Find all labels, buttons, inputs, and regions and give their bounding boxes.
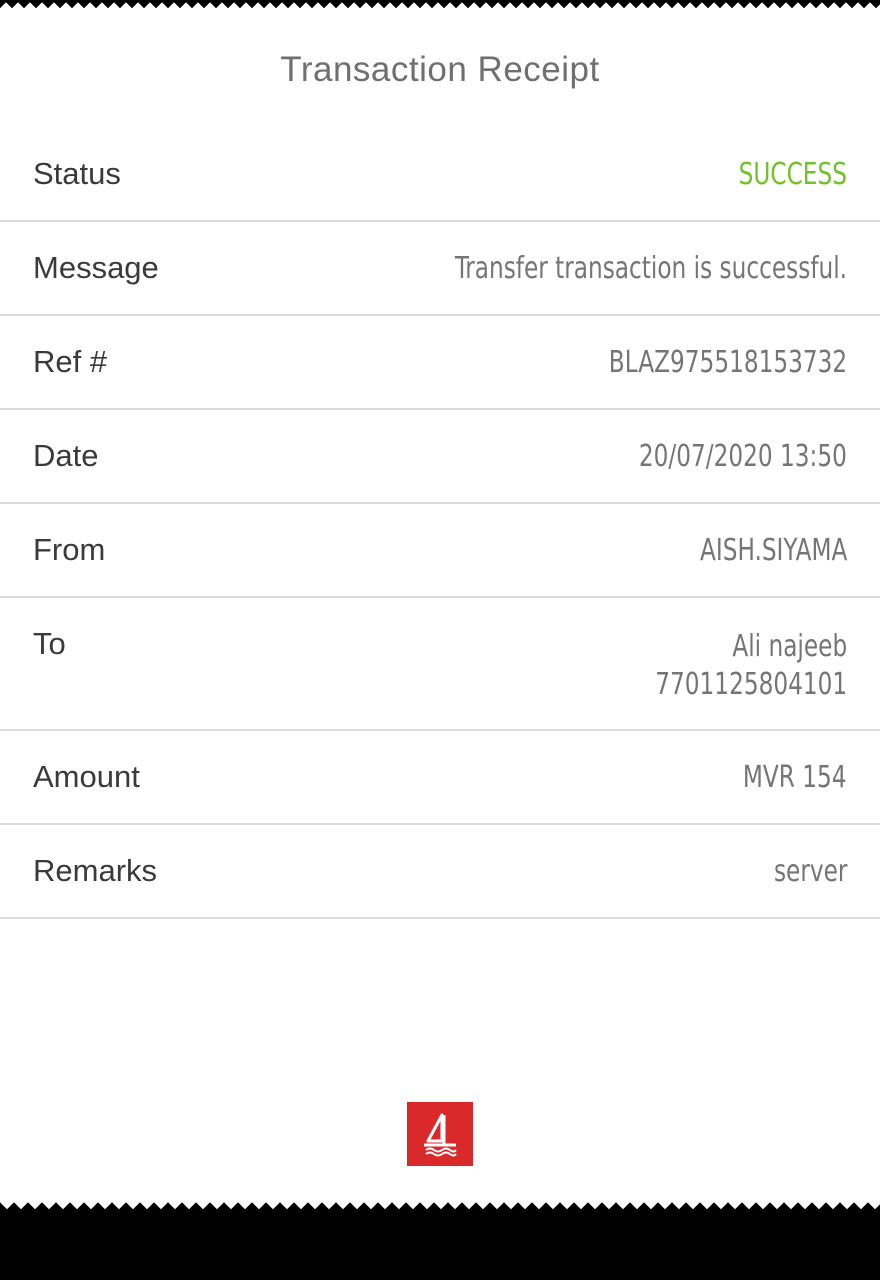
page-title: Transaction Receipt <box>280 50 600 89</box>
date-value: 20/07/2020 13:50 <box>638 439 847 474</box>
row-remarks: Remarks server <box>0 825 880 919</box>
to-value: Ali najeeb 7701125804101 <box>655 628 847 704</box>
zigzag-bottom-edge <box>0 1196 880 1212</box>
row-amount: Amount MVR 154 <box>0 731 880 825</box>
date-label: Date <box>33 438 99 473</box>
to-label: To <box>33 626 66 661</box>
remarks-value: server <box>773 854 847 889</box>
bank-logo-sailboat-icon <box>407 1102 473 1166</box>
to-name: Ali najeeb <box>732 629 847 664</box>
status-label: Status <box>33 156 121 191</box>
amount-label: Amount <box>33 759 140 794</box>
ref-value: BLAZ975518153732 <box>608 345 847 380</box>
remarks-label: Remarks <box>33 853 158 888</box>
row-date: Date 20/07/2020 13:50 <box>0 410 880 504</box>
zigzag-top-edge <box>0 0 880 12</box>
message-value: Transfer transaction is successful. <box>454 251 847 286</box>
ref-label: Ref # <box>33 344 108 379</box>
row-ref: Ref # BLAZ975518153732 <box>0 316 880 410</box>
row-status: Status SUCCESS <box>0 128 880 222</box>
to-account: 7701125804101 <box>655 667 847 702</box>
row-from: From AISH.SIYAMA <box>0 504 880 598</box>
row-message: Message Transfer transaction is successf… <box>0 222 880 316</box>
from-label: From <box>33 532 106 567</box>
row-to: To Ali najeeb 7701125804101 <box>0 598 880 731</box>
from-value: AISH.SIYAMA <box>699 533 847 568</box>
receipt-card: Transaction Receipt Status SUCCESS Messa… <box>0 0 880 1212</box>
receipt-details: Status SUCCESS Message Transfer transact… <box>0 128 880 919</box>
status-value: SUCCESS <box>738 157 847 192</box>
message-label: Message <box>33 250 159 285</box>
amount-value: MVR 154 <box>743 760 847 795</box>
